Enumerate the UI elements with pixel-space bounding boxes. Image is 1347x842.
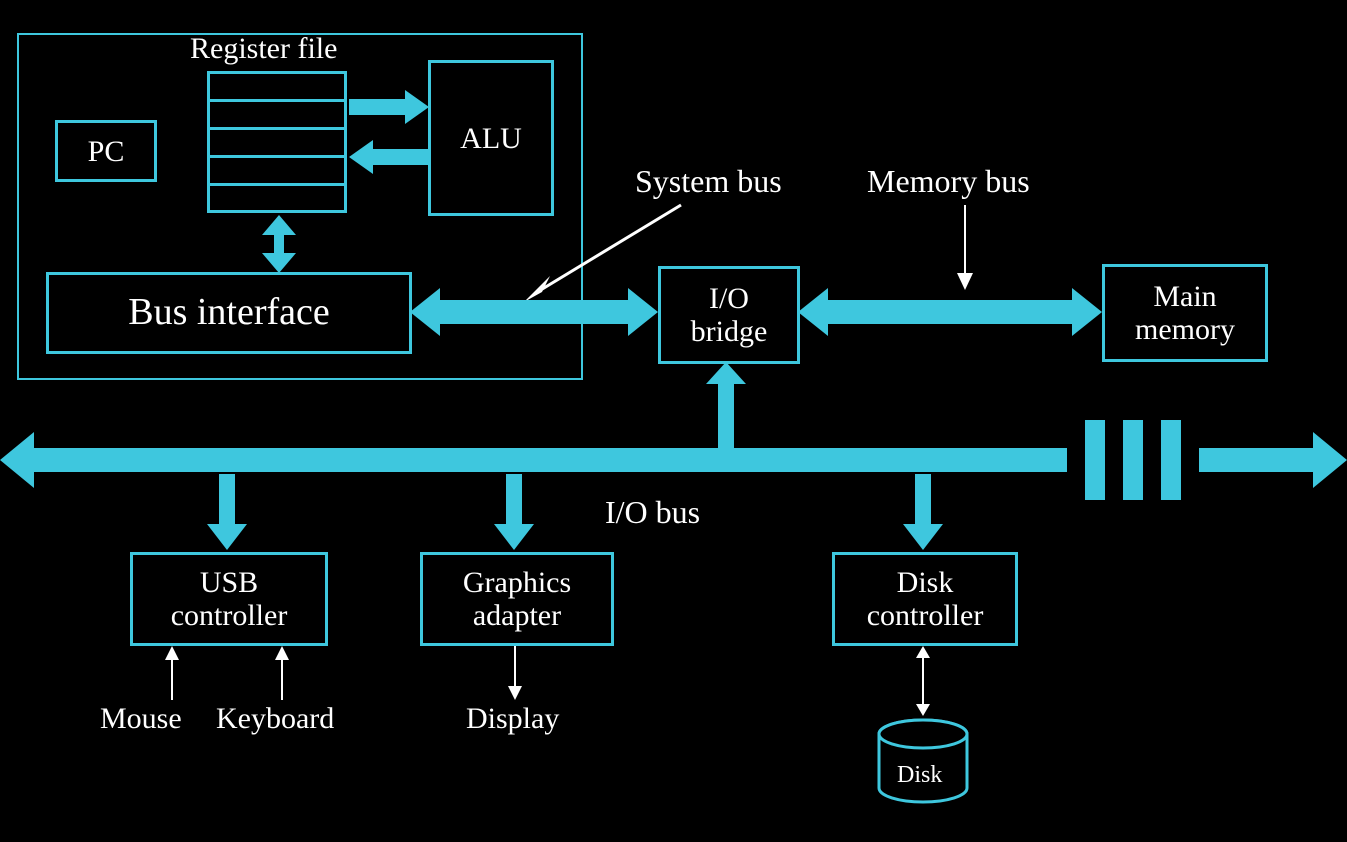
memory-bus-label: Memory bus — [867, 163, 1030, 200]
pc-text: PC — [88, 135, 125, 168]
system-bus-label: System bus — [635, 163, 782, 200]
regfile-to-alu-arrow — [349, 90, 429, 124]
keyboard-label: Keyboard — [216, 702, 334, 736]
alu-text: ALU — [460, 122, 522, 155]
diagram-stage: Register file PC ALU Bus interface Syste… — [0, 0, 1347, 842]
disk-controller-text: Disk controller — [867, 566, 984, 632]
businterface-iobridge-arrow — [410, 288, 658, 336]
usb-controller-text: USB controller — [171, 566, 288, 632]
main-memory-text: Main memory — [1135, 280, 1235, 346]
bus-interface-text: Bus interface — [128, 292, 330, 334]
pc-box: PC — [55, 120, 157, 182]
register-file — [207, 71, 347, 213]
display-arrow — [505, 646, 525, 700]
keyboard-arrow — [272, 646, 292, 700]
display-label: Display — [466, 702, 559, 736]
graphics-adapter-text: Graphics adapter — [463, 566, 571, 632]
mouse-arrow — [162, 646, 182, 700]
register-file-label: Register file — [190, 32, 337, 66]
expansion-slots-icon — [1085, 420, 1205, 500]
disk-label: Disk — [897, 762, 942, 789]
memory-bus-pointer — [950, 205, 980, 290]
iobridge-memory-arrow — [798, 288, 1102, 336]
graphics-adapter-box: Graphics adapter — [420, 552, 614, 646]
io-bridge-text: I/O bridge — [691, 282, 768, 348]
bus-interface-box: Bus interface — [46, 272, 412, 354]
disk-controller-box: Disk controller — [832, 552, 1018, 646]
bus-to-usb-arrow — [207, 474, 247, 550]
bus-to-graphics-arrow — [494, 474, 534, 550]
bus-to-disk-arrow — [903, 474, 943, 550]
regfile-businterface-arrow — [262, 215, 296, 273]
io-bridge-box: I/O bridge — [658, 266, 800, 364]
usb-controller-box: USB controller — [130, 552, 328, 646]
io-bus-label: I/O bus — [605, 494, 700, 531]
alu-box: ALU — [428, 60, 554, 216]
main-memory-box: Main memory — [1102, 264, 1268, 362]
mouse-label: Mouse — [100, 702, 182, 736]
alu-to-regfile-arrow — [349, 140, 429, 174]
diskctrl-disk-arrow — [913, 646, 933, 716]
